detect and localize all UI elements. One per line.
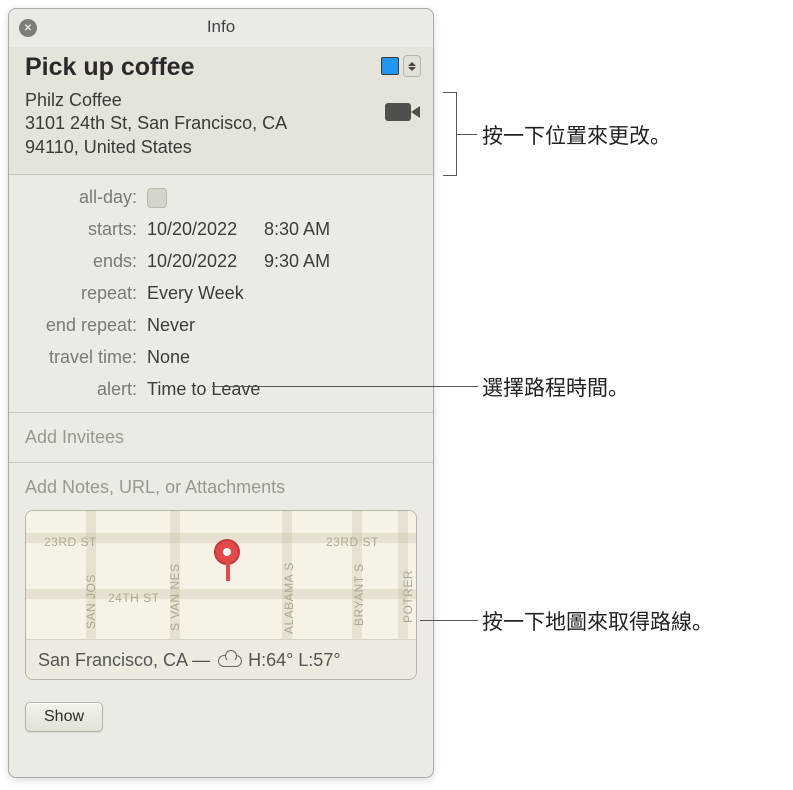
- location-name[interactable]: Philz Coffee: [25, 90, 417, 111]
- callout-leader-line: [420, 620, 478, 621]
- event-title-field[interactable]: Pick up coffee: [25, 53, 417, 82]
- repeat-value-field[interactable]: Every Week: [147, 283, 417, 304]
- location-map[interactable]: 23RD ST 23RD ST 24TH ST SAN JOS S VAN NE…: [25, 510, 417, 680]
- video-call-icon[interactable]: [385, 103, 411, 121]
- close-icon[interactable]: [19, 19, 37, 37]
- callout-map: 按一下地圖來取得路線。: [482, 606, 713, 636]
- ends-label: ends:: [25, 251, 147, 272]
- street-label: ALABAMA S: [282, 562, 296, 634]
- event-header-section: Pick up coffee Philz Coffee 3101 24th St…: [9, 47, 433, 175]
- add-invitees-field[interactable]: Add Invitees: [9, 413, 433, 463]
- cloud-icon: [218, 653, 240, 667]
- alert-value-field[interactable]: Time to Leave: [147, 379, 417, 400]
- callout-travel-time: 選擇路程時間。: [482, 372, 629, 402]
- travel-time-label: travel time:: [25, 347, 147, 368]
- starts-date-field[interactable]: 10/20/2022: [147, 219, 259, 240]
- street-label: 24TH ST: [108, 591, 417, 605]
- alert-label: alert:: [25, 379, 147, 400]
- weather-city: San Francisco, CA —: [38, 650, 210, 671]
- event-details-section: all-day: starts: 10/20/2022 8:30 AM ends…: [9, 175, 433, 413]
- event-info-window: Info Pick up coffee Philz Coffee 3101 24…: [8, 8, 434, 778]
- endrepeat-value-field[interactable]: Never: [147, 315, 417, 336]
- calendar-color-swatch[interactable]: [381, 57, 399, 75]
- endrepeat-label: end repeat:: [25, 315, 147, 336]
- map-pin-icon: [214, 539, 242, 567]
- callout-bracket: [443, 92, 457, 176]
- street-label: S VAN NES: [168, 563, 182, 631]
- add-notes-field[interactable]: Add Notes, URL, or Attachments: [25, 477, 417, 498]
- street-label: BRYANT S: [352, 563, 366, 626]
- location-address-line1[interactable]: 3101 24th St, San Francisco, CA: [25, 111, 417, 135]
- starts-label: starts:: [25, 219, 147, 240]
- repeat-label: repeat:: [25, 283, 147, 304]
- show-button[interactable]: Show: [25, 702, 103, 732]
- starts-time-field[interactable]: 8:30 AM: [264, 219, 330, 239]
- callout-location: 按一下位置來更改。: [482, 120, 671, 150]
- window-title: Info: [9, 9, 433, 47]
- street-label: 23RD ST: [326, 535, 417, 549]
- location-address-line2[interactable]: 94110, United States: [25, 135, 417, 159]
- callout-leader-line: [212, 386, 478, 387]
- ends-date-field[interactable]: 10/20/2022: [147, 251, 259, 272]
- allday-label: all-day:: [25, 187, 147, 208]
- ends-time-field[interactable]: 9:30 AM: [264, 251, 330, 271]
- street-label: POTRER: [401, 570, 415, 623]
- allday-checkbox[interactable]: [147, 188, 167, 208]
- callout-leader-line: [457, 134, 477, 135]
- travel-time-value-field[interactable]: None: [147, 347, 417, 368]
- street-label: SAN JOS: [84, 574, 98, 629]
- calendar-picker-dropdown[interactable]: [403, 55, 421, 77]
- weather-temps: H:64° L:57°: [248, 650, 340, 671]
- weather-bar: San Francisco, CA — H:64° L:57°: [26, 639, 416, 680]
